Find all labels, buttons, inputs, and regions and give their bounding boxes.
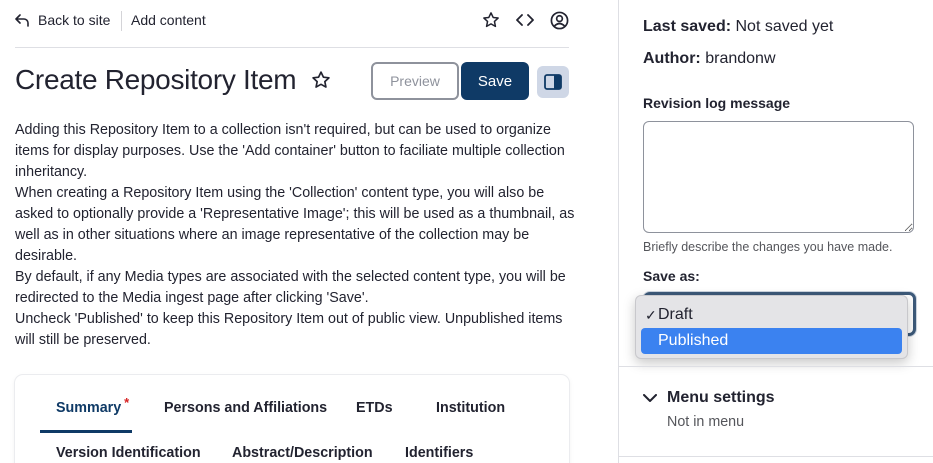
option-published[interactable]: Published: [641, 328, 902, 354]
top-bar-divider: [15, 47, 569, 48]
sidebar-toggle-icon: [544, 74, 562, 90]
tab-institution[interactable]: Institution: [436, 400, 505, 416]
author-value: brandonw: [705, 50, 776, 67]
description-paragraph: Uncheck 'Published' to keep this Reposit…: [15, 311, 563, 348]
menu-settings-toggle[interactable]: Menu settings: [643, 389, 775, 407]
tab-summary[interactable]: Summary *: [56, 395, 129, 416]
tab-version-identification[interactable]: Version Identification: [56, 445, 201, 461]
top-bar-actions: [481, 10, 569, 30]
tab-etds[interactable]: ETDs: [356, 400, 393, 416]
save-button[interactable]: Save: [461, 62, 529, 100]
author: Author: brandonw: [643, 50, 776, 68]
option-label: Draft: [658, 306, 693, 323]
sidebar-divider: [619, 456, 933, 457]
revision-log-textarea[interactable]: [643, 121, 914, 233]
required-marker: *: [124, 395, 130, 410]
revision-log-help: Briefly describe the changes you have ma…: [643, 240, 893, 254]
option-draft[interactable]: ✓ Draft: [641, 302, 902, 328]
tab-persons-and-affiliations[interactable]: Persons and Affiliations: [164, 400, 327, 416]
tab-identifiers[interactable]: Identifiers: [405, 445, 473, 461]
meta-sidebar: Last saved: Not saved yet Author: brando…: [618, 0, 933, 463]
code-icon[interactable]: [515, 10, 535, 30]
revision-log-label: Revision log message: [643, 95, 791, 111]
preview-button[interactable]: Preview: [371, 62, 459, 100]
star-icon[interactable]: [481, 10, 501, 30]
author-label: Author:: [643, 50, 701, 67]
menu-settings-label: Menu settings: [667, 389, 775, 406]
back-arrow-icon: [15, 13, 29, 27]
checkmark-icon: ✓: [645, 306, 657, 323]
title-row: Create Repository Item Preview Save: [15, 62, 569, 102]
description-paragraph: By default, if any Media types are assoc…: [15, 269, 566, 306]
favorite-star-icon[interactable]: [311, 70, 331, 95]
chevron-down-icon: [643, 393, 657, 402]
tab-label: Summary: [56, 400, 122, 416]
option-label: Published: [658, 332, 729, 349]
menu-settings-summary: Not in menu: [667, 414, 745, 430]
description-paragraph: Adding this Repository Item to a collect…: [15, 122, 565, 180]
save-as-dropdown: ✓ Draft Published: [635, 295, 908, 359]
back-to-site-label: Back to site: [38, 12, 111, 28]
tab-abstract-description[interactable]: Abstract/Description: [232, 445, 373, 461]
back-to-site-link[interactable]: Back to site: [15, 12, 110, 28]
main-content: Back to site Add content Create Reposito…: [0, 0, 618, 463]
user-icon[interactable]: [549, 10, 569, 30]
tabs-card: Summary * Persons and Affiliations ETDs I…: [15, 375, 569, 463]
form-description: Adding this Repository Item to a collect…: [15, 120, 575, 351]
last-saved-label: Last saved:: [643, 18, 732, 35]
save-as-label: Save as:: [643, 268, 700, 284]
last-saved-value: Not saved yet: [735, 18, 834, 35]
active-tab-indicator: [40, 430, 132, 433]
breadcrumb-divider: [121, 11, 122, 31]
toggle-sidebar-button[interactable]: [537, 66, 569, 98]
breadcrumb: Add content: [131, 12, 206, 28]
sidebar-divider: [619, 366, 933, 367]
top-bar: Back to site Add content: [15, 7, 569, 35]
description-paragraph: When creating a Repository Item using th…: [15, 185, 575, 264]
page-title: Create Repository Item: [15, 64, 297, 95]
last-saved: Last saved: Not saved yet: [643, 18, 833, 36]
